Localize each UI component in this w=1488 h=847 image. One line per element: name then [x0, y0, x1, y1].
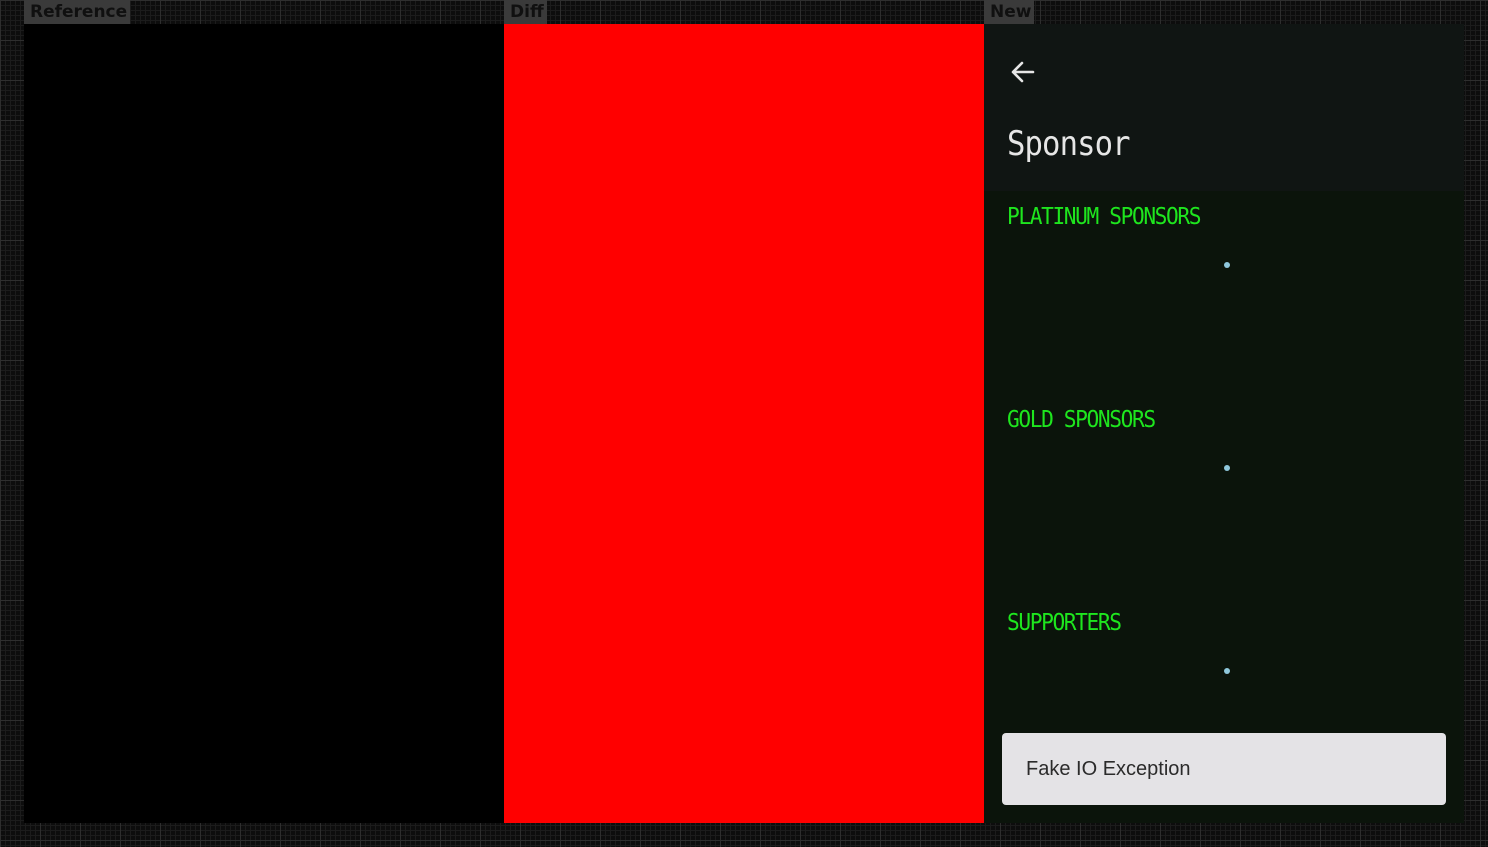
back-button[interactable] — [1006, 56, 1046, 88]
diff-label: Diff — [504, 0, 547, 24]
loading-indicator — [1224, 668, 1230, 674]
new-panel: Sponsor PLATINUM SPONSORS GOLD SPONSORS … — [984, 24, 1464, 823]
app-bar: Sponsor — [984, 24, 1464, 191]
page-title: Sponsor — [1007, 124, 1131, 164]
section-title-supporters: SUPPORTERS — [1007, 610, 1122, 636]
snackbar-message: Fake IO Exception — [1026, 757, 1191, 780]
diff-panel — [504, 24, 984, 823]
section-title-platinum: PLATINUM SPONSORS — [1007, 204, 1201, 230]
section-title-gold: GOLD SPONSORS — [1007, 407, 1156, 433]
reference-label: Reference — [24, 0, 131, 24]
reference-panel — [24, 24, 504, 823]
snackbar: Fake IO Exception — [1002, 733, 1446, 805]
loading-indicator — [1224, 465, 1230, 471]
new-label: New — [984, 0, 1035, 24]
loading-indicator — [1224, 262, 1230, 268]
arrow-left-icon — [1011, 61, 1035, 83]
